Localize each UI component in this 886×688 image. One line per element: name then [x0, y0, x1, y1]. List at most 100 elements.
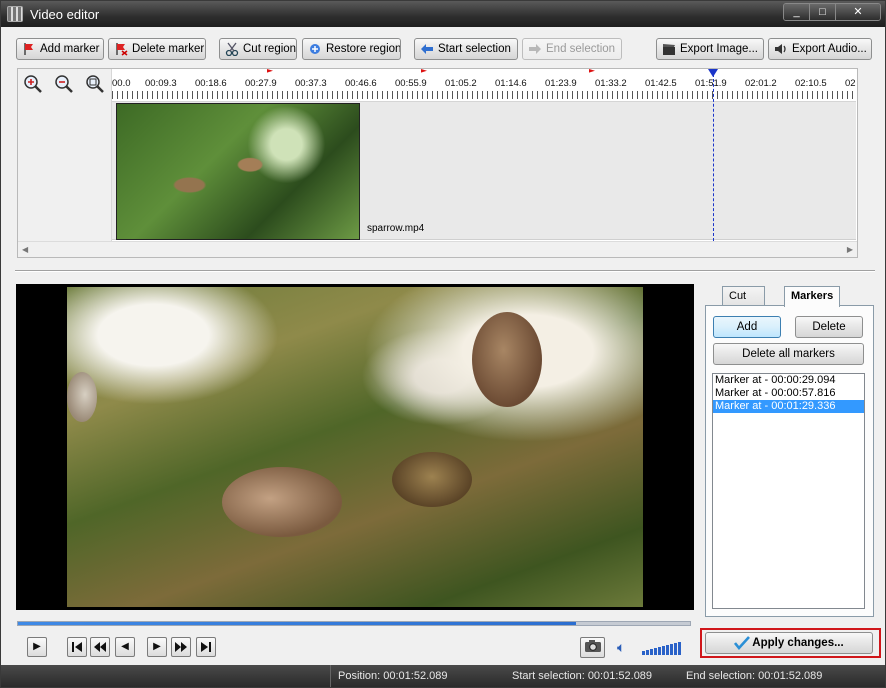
tick-label: 00:55.9	[395, 78, 427, 89]
clip-name: sparrow.mp4	[367, 223, 425, 234]
ruler-ticks	[112, 91, 856, 99]
start-selection-button[interactable]: Start selection	[414, 38, 518, 60]
status-end-selection: End selection: 00:01:52.089	[686, 670, 823, 682]
speaker-icon[interactable]: 🔈︎	[617, 639, 625, 656]
timeline-scrollbar[interactable]: ◀ ▶	[18, 241, 857, 257]
tick-label: 02:	[845, 78, 856, 89]
arrow-back-icon	[420, 42, 434, 56]
tab-markers[interactable]: Markers	[784, 286, 841, 307]
markers-list[interactable]: Marker at - 00:00:29.094 Marker at - 00:…	[712, 373, 865, 609]
tick-label: 01:05.2	[445, 78, 477, 89]
tick-label: 00:18.6	[195, 78, 227, 89]
timeline-panel: 00.0 00:09.3 00:18.6 00:27.9 00:37.3 00:…	[17, 68, 858, 258]
video-preview[interactable]	[16, 284, 694, 610]
tick-label: 02:10.5	[795, 78, 827, 89]
window-title: Video editor	[30, 7, 100, 22]
zoom-fit-icon[interactable]	[85, 74, 105, 94]
export-audio-button[interactable]: Export Audio...	[768, 38, 872, 60]
apply-changes-button[interactable]: Apply changes...	[705, 632, 873, 654]
list-item[interactable]: Marker at - 00:00:29.094	[713, 374, 864, 387]
close-button[interactable]: ✕	[836, 4, 880, 20]
fast-forward-button[interactable]	[171, 637, 191, 657]
play-button[interactable]: ▶	[27, 637, 47, 657]
first-frame-button[interactable]	[67, 637, 87, 657]
delete-all-markers-button[interactable]: Delete all markers	[713, 343, 864, 365]
last-frame-button[interactable]	[196, 637, 216, 657]
video-editor-window: Video editor _ □ ✕ Add marker Delete mar…	[0, 0, 886, 688]
list-item[interactable]: Marker at - 00:00:57.816	[713, 387, 864, 400]
add-marker-panel-button[interactable]: Add	[713, 316, 781, 338]
status-start-selection: Start selection: 00:01:52.089	[512, 670, 653, 682]
tick-label: 01:51.9	[695, 78, 727, 89]
tick-label: 01:14.6	[495, 78, 527, 89]
sparrow-image	[472, 312, 542, 407]
scroll-left-icon[interactable]: ◀	[22, 245, 28, 254]
tick-label: 01:42.5	[645, 78, 677, 89]
delete-marker-panel-button[interactable]: Delete	[795, 316, 863, 338]
restore-region-button[interactable]: Restore region	[302, 38, 401, 60]
status-bar: Position: 00:01:52.089 Start selection: …	[1, 665, 885, 687]
volume-slider[interactable]	[642, 639, 684, 655]
clapperboard-icon	[662, 42, 676, 56]
delete-marker-button[interactable]: Delete marker	[108, 38, 206, 60]
cut-region-label: Cut region	[243, 43, 297, 55]
window-controls: _ □ ✕	[783, 3, 881, 21]
playback-progress-bar[interactable]	[17, 621, 691, 626]
clip-thumbnail[interactable]	[116, 103, 360, 240]
scroll-right-icon[interactable]: ▶	[847, 245, 853, 254]
cut-region-button[interactable]: Cut region	[219, 38, 297, 60]
marker-flag-icon[interactable]	[589, 69, 595, 73]
splitter[interactable]	[15, 270, 875, 272]
start-selection-label: Start selection	[438, 43, 511, 55]
time-ruler[interactable]: 00.0 00:09.3 00:18.6 00:27.9 00:37.3 00:…	[112, 69, 856, 101]
snapshot-button[interactable]	[580, 637, 605, 658]
maximize-button[interactable]: □	[810, 4, 836, 20]
tab-cut-areas[interactable]: Cut Areas	[722, 286, 765, 321]
export-image-button[interactable]: Export Image...	[656, 38, 764, 60]
progress-fill	[18, 622, 576, 625]
film-icon	[7, 6, 23, 22]
tick-label: 01:33.2	[595, 78, 627, 89]
checkmark-icon	[734, 636, 751, 651]
video-track[interactable]: sparrow.mp4	[112, 101, 856, 240]
speaker-export-icon	[774, 42, 788, 56]
flag-add-icon	[22, 42, 36, 56]
sparrow-image	[392, 452, 472, 507]
rewind-button[interactable]	[90, 637, 110, 657]
video-frame	[67, 287, 643, 607]
next-frame-button[interactable]: ▶	[147, 637, 167, 657]
tick-label: 00:27.9	[245, 78, 277, 89]
zoom-toolbar	[18, 69, 112, 241]
tick-label: 02:01.2	[745, 78, 777, 89]
tick-label: 01:23.9	[545, 78, 577, 89]
end-selection-label: End selection	[546, 43, 616, 55]
apply-changes-label: Apply changes...	[752, 637, 844, 649]
restore-region-label: Restore region	[326, 43, 401, 55]
scissors-icon	[225, 42, 239, 57]
restore-icon	[308, 42, 322, 56]
end-selection-button: End selection	[522, 38, 622, 60]
minimize-button[interactable]: _	[784, 4, 810, 20]
export-image-label: Export Image...	[680, 43, 758, 55]
arrow-forward-icon	[528, 42, 542, 56]
tick-label: 00.0	[112, 78, 131, 89]
list-item[interactable]: Marker at - 00:01:29.336	[713, 400, 864, 413]
tick-label: 00:46.6	[345, 78, 377, 89]
zoom-in-icon[interactable]	[23, 74, 43, 94]
flag-delete-icon	[114, 42, 128, 56]
tick-label: 00:09.3	[145, 78, 177, 89]
add-marker-button[interactable]: Add marker	[16, 38, 104, 60]
marker-flag-icon[interactable]	[421, 69, 427, 73]
marker-flag-icon[interactable]	[267, 69, 273, 73]
camera-icon	[584, 639, 602, 656]
title-bar: Video editor _ □ ✕	[1, 1, 885, 27]
add-marker-label: Add marker	[40, 43, 100, 55]
playhead-line	[713, 69, 714, 241]
delete-marker-label: Delete marker	[132, 43, 205, 55]
export-audio-label: Export Audio...	[792, 43, 867, 55]
sparrow-image	[222, 467, 342, 537]
prev-frame-button[interactable]: ◀	[115, 637, 135, 657]
zoom-out-icon[interactable]	[54, 74, 74, 94]
sparrow-image	[67, 372, 97, 422]
status-position: Position: 00:01:52.089	[338, 670, 448, 682]
